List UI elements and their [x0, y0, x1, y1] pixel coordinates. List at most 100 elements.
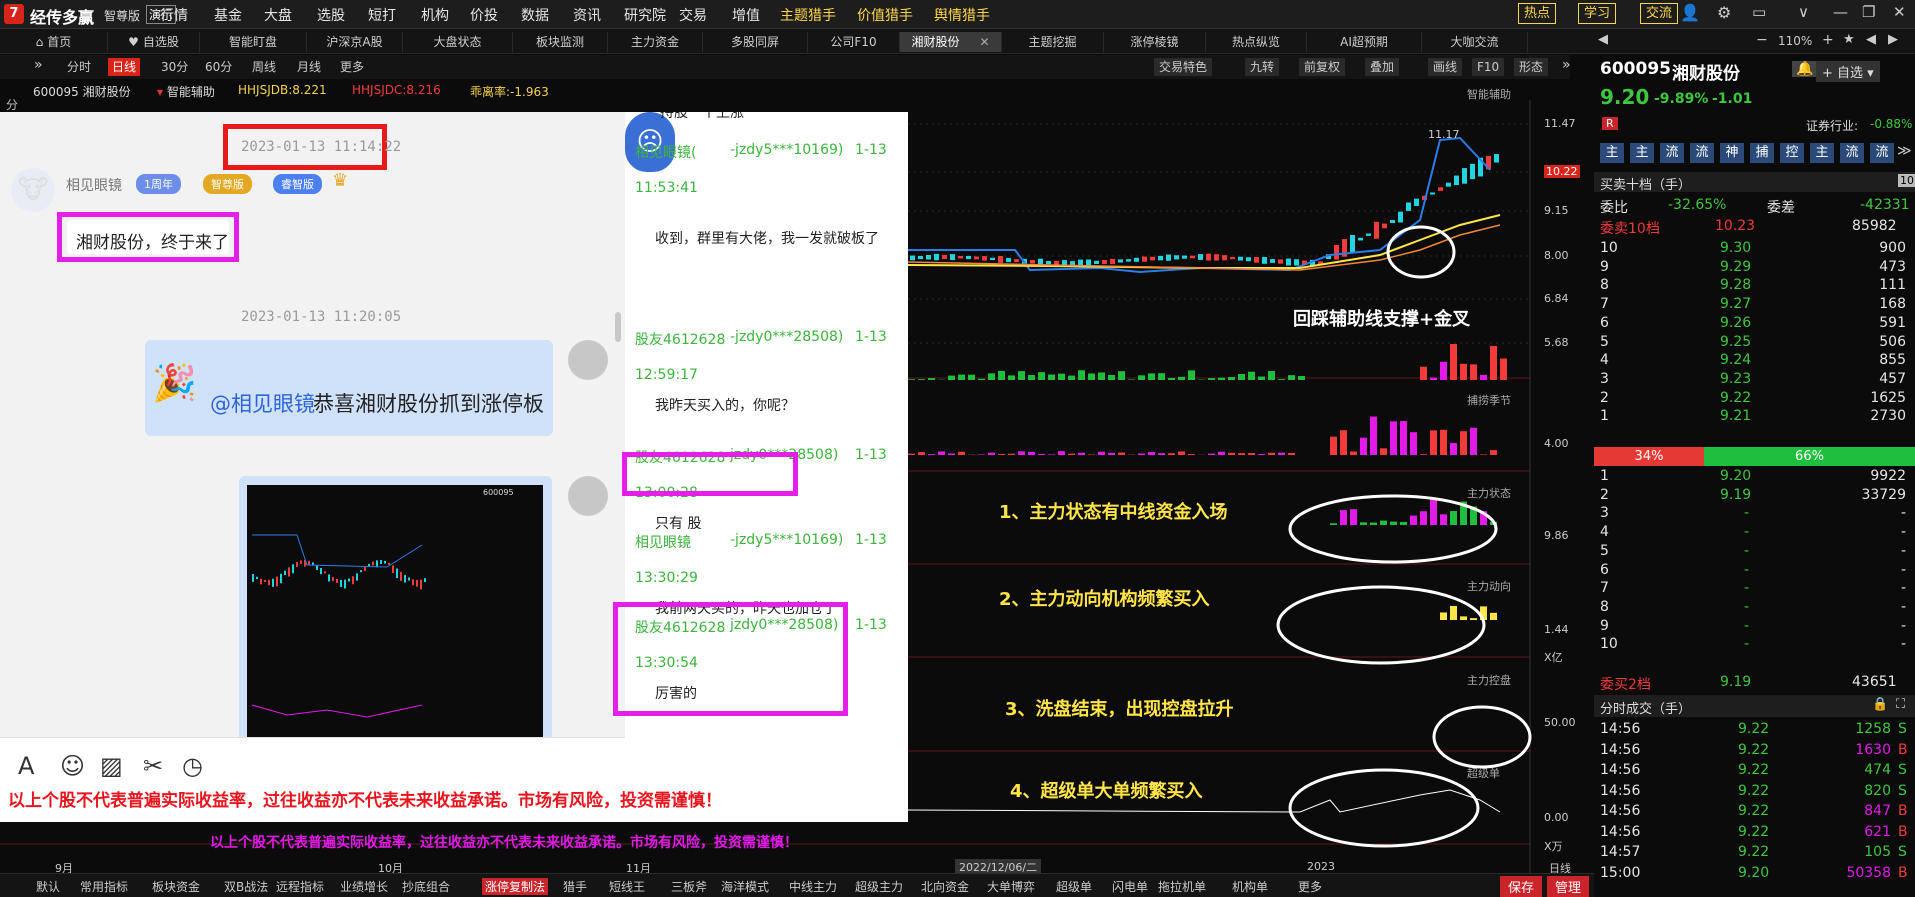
- stock-tag-0[interactable]: 主: [1600, 143, 1624, 163]
- menu-item-hunter-2[interactable]: 舆情猎手: [934, 5, 990, 25]
- stock-tag-4[interactable]: 神: [1720, 143, 1744, 163]
- period-tab-2[interactable]: 30分: [157, 58, 192, 76]
- asks-price-5[interactable]: 9.25: [1720, 334, 1751, 350]
- stock-tag-3[interactable]: 流: [1690, 143, 1714, 163]
- menu-item-hunter-0[interactable]: 主题猎手: [780, 5, 836, 25]
- image-icon[interactable]: ▨: [100, 752, 123, 780]
- tab-6[interactable]: 主力资金: [608, 32, 703, 52]
- asks-price-4[interactable]: 9.26: [1720, 315, 1751, 331]
- save-button[interactable]: 保存: [1500, 876, 1543, 897]
- add-watchlist-button[interactable]: + 自选 ▾: [1816, 61, 1880, 82]
- expand-panel-icon[interactable]: ⛶: [1896, 697, 1905, 712]
- template-tab-12[interactable]: 中线主力: [789, 878, 837, 895]
- nav-left-icon[interactable]: ◀: [1866, 32, 1876, 47]
- menu-item-10[interactable]: 交易: [679, 5, 707, 25]
- zoom-minus-icon[interactable]: −: [1756, 32, 1768, 48]
- template-tab-1[interactable]: 常用指标: [80, 878, 128, 895]
- tab-scroll-left-icon[interactable]: ◀: [1598, 32, 1608, 47]
- menu-item-8[interactable]: 资讯: [573, 5, 601, 25]
- stock-tag-5[interactable]: 捕: [1750, 143, 1774, 163]
- stock-tag-7[interactable]: 主: [1810, 143, 1834, 163]
- expand-icon[interactable]: »: [34, 57, 43, 73]
- bids-price-1[interactable]: 9.19: [1720, 487, 1751, 503]
- asks-price-2[interactable]: 9.28: [1720, 277, 1751, 293]
- chart-tool-0[interactable]: 交易特色: [1154, 58, 1213, 76]
- zoom-plus-icon[interactable]: +: [1822, 32, 1834, 48]
- tab-3[interactable]: 沪深京A股: [307, 32, 403, 52]
- chart-tool-4[interactable]: 画线: [1428, 58, 1463, 76]
- assist-dropdown[interactable]: ▾ 智能辅助: [157, 83, 215, 100]
- chat-screenshot-image[interactable]: 600095: [247, 485, 543, 737]
- congrats-mention[interactable]: @相见眼镜: [210, 388, 315, 418]
- template-tab-14[interactable]: 北向资金: [921, 878, 969, 895]
- template-tab-10[interactable]: 三板斧: [671, 878, 707, 895]
- asks-price-6[interactable]: 9.24: [1720, 352, 1751, 368]
- tab-7[interactable]: 多股同屏: [703, 32, 808, 52]
- template-tab-11[interactable]: 海洋模式: [721, 878, 769, 895]
- period-tab-5[interactable]: 月线: [293, 58, 325, 76]
- bids-price-6[interactable]: -: [1744, 580, 1749, 596]
- menu-item-6[interactable]: 价投: [470, 5, 498, 25]
- avatar[interactable]: 🐮: [11, 168, 55, 212]
- chat-window[interactable]: 2023-01-13 11:14:22 🐮 相见眼镜 1周年 智尊版 睿智版 ♛…: [0, 112, 908, 822]
- bids-price-0[interactable]: 9.20: [1720, 468, 1751, 484]
- chart-tool-5[interactable]: F10: [1472, 58, 1505, 76]
- bids-price-9[interactable]: -: [1744, 636, 1749, 652]
- tab-9[interactable]: 湘财股份 ✕: [900, 32, 1002, 52]
- stock-tag-8[interactable]: 流: [1840, 143, 1864, 163]
- template-tab-6[interactable]: 抄底组合: [402, 878, 450, 895]
- scissors-icon[interactable]: ✂: [143, 752, 163, 780]
- menu-item-0[interactable]: 行情: [160, 5, 188, 25]
- bell-icon[interactable]: 🔔: [1792, 61, 1818, 77]
- clock-icon[interactable]: ◷: [182, 752, 203, 780]
- period-tab-4[interactable]: 周线: [248, 58, 280, 76]
- stock-tag-9[interactable]: 流: [1870, 143, 1894, 163]
- template-tab-5[interactable]: 业绩增长: [340, 878, 388, 895]
- self-avatar[interactable]: [568, 340, 608, 380]
- menu-item-4[interactable]: 短打: [368, 5, 396, 25]
- tab-8[interactable]: 公司F10: [808, 32, 900, 52]
- bids-price-4[interactable]: -: [1744, 543, 1749, 559]
- template-tab-13[interactable]: 超级主力: [855, 878, 903, 895]
- nav-right-icon[interactable]: ▶: [1888, 32, 1898, 47]
- period-tab-0[interactable]: 分时: [63, 58, 95, 76]
- user-icon[interactable]: 👤: [1680, 3, 1700, 22]
- asks-price-0[interactable]: 9.30: [1720, 240, 1751, 256]
- lock-icon[interactable]: 🔒: [1872, 697, 1888, 712]
- asks-price-7[interactable]: 9.23: [1720, 371, 1751, 387]
- menu-item-5[interactable]: 机构: [421, 5, 449, 25]
- template-tab-7[interactable]: 涨停复制法: [482, 878, 549, 895]
- chat-username[interactable]: 相见眼镜: [66, 175, 122, 195]
- template-tab-20[interactable]: 更多: [1298, 878, 1322, 895]
- template-tab-4[interactable]: 远程指标: [276, 878, 324, 895]
- template-tab-8[interactable]: 猎手: [563, 878, 587, 895]
- period-tab-6[interactable]: 更多: [336, 58, 368, 76]
- right-button-1[interactable]: 学习: [1578, 3, 1617, 24]
- template-tab-2[interactable]: 板块资金: [152, 878, 200, 895]
- menu-item-11[interactable]: 增值: [732, 5, 760, 25]
- right-button-2[interactable]: 交流: [1640, 3, 1679, 24]
- asks-price-3[interactable]: 9.27: [1720, 296, 1751, 312]
- close-icon[interactable]: ✕: [979, 35, 989, 49]
- tab-14[interactable]: 大咖交流: [1422, 32, 1528, 52]
- template-tab-17[interactable]: 闪电单: [1112, 878, 1148, 895]
- tab-11[interactable]: 涨停棱镜: [1104, 32, 1206, 52]
- template-tab-15[interactable]: 大单博弈: [987, 878, 1035, 895]
- emoji-icon[interactable]: ☺: [60, 752, 85, 780]
- tab-13[interactable]: AI超预期: [1307, 32, 1422, 52]
- menu-item-9[interactable]: 研究院: [624, 5, 666, 25]
- template-tab-3[interactable]: 双B战法: [224, 878, 268, 895]
- menu-item-3[interactable]: 选股: [317, 5, 345, 25]
- chat-scrollbar[interactable]: [615, 312, 621, 342]
- font-icon[interactable]: A: [18, 752, 34, 780]
- chevron-down-icon[interactable]: ∨: [1798, 3, 1809, 21]
- menu-item-7[interactable]: 数据: [521, 5, 549, 25]
- window-icon[interactable]: ▭: [1752, 3, 1766, 21]
- bids-price-2[interactable]: -: [1744, 505, 1749, 521]
- template-tab-0[interactable]: 默认: [36, 878, 60, 895]
- tab-4[interactable]: 大盘状态: [403, 32, 513, 52]
- self-avatar-2[interactable]: [568, 476, 608, 516]
- chart-tool-1[interactable]: 九转: [1245, 58, 1280, 76]
- stock-tag-6[interactable]: 控: [1780, 143, 1804, 163]
- tab-12[interactable]: 热点纵览: [1206, 32, 1307, 52]
